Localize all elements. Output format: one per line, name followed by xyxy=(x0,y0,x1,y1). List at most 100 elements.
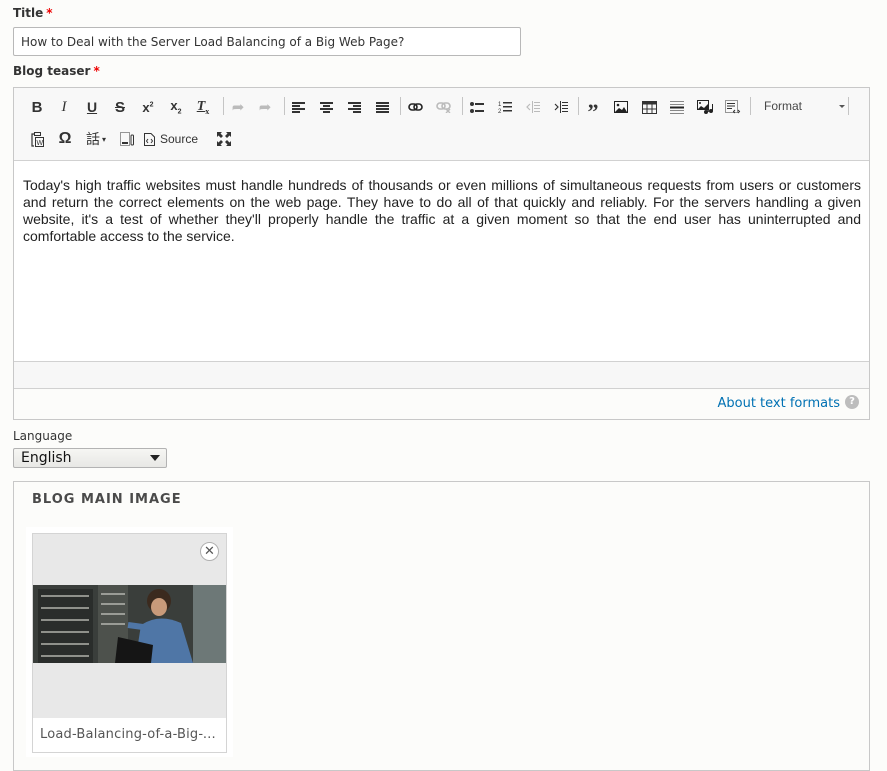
numbered-list-button[interactable]: 12 xyxy=(492,95,518,119)
required-marker: * xyxy=(93,64,100,78)
template-button[interactable] xyxy=(720,95,746,119)
format-dropdown[interactable]: Format xyxy=(754,94,849,118)
align-center-button[interactable] xyxy=(313,95,339,119)
indent-button[interactable] xyxy=(548,95,574,119)
title-label-text: Title xyxy=(13,6,44,20)
omega-icon: Ω xyxy=(58,130,72,147)
chevron-down-icon: ▾ xyxy=(101,134,106,144)
undo-button[interactable]: ➦ xyxy=(225,95,251,119)
about-text-formats-link[interactable]: About text formats xyxy=(717,396,840,411)
image-thumbnail[interactable] xyxy=(33,585,226,663)
outdent-button[interactable] xyxy=(520,95,546,119)
language-button[interactable]: 話 ▾ xyxy=(80,127,112,151)
toolbar-separator xyxy=(462,97,463,115)
editor-toolbar: B I U S x2 x2 Tx ➦ ➦ 1 2 ” Format W Ω 話 … xyxy=(14,88,869,161)
dropdown-arrow-icon xyxy=(150,455,160,461)
source-button[interactable]: Source xyxy=(144,127,198,151)
subscript-icon: x2 xyxy=(170,98,182,116)
chevron-down-icon xyxy=(839,105,845,108)
svg-text:2: 2 xyxy=(498,109,502,113)
undo-icon: ➦ xyxy=(231,99,245,116)
media-button[interactable] xyxy=(692,95,718,119)
blog-main-image-fieldset: BLOG MAIN IMAGE ✕ Load-Balancing-of-a-Bi… xyxy=(13,481,870,771)
align-right-icon xyxy=(347,101,361,113)
horizontal-rule-icon xyxy=(670,100,684,114)
required-marker: * xyxy=(46,6,53,20)
redo-button[interactable]: ➦ xyxy=(252,95,278,119)
image-preview-card: ✕ Load-Balancing-of-a-Big-Web-Page xyxy=(26,527,233,757)
table-icon xyxy=(641,100,657,114)
help-icon[interactable]: ? xyxy=(845,395,859,409)
image-icon xyxy=(614,101,628,113)
svg-text:1: 1 xyxy=(498,102,502,108)
language-select[interactable]: English xyxy=(13,448,167,468)
template-icon xyxy=(725,100,741,114)
blog-main-image-legend: BLOG MAIN IMAGE xyxy=(32,492,182,507)
align-left-button[interactable] xyxy=(285,95,311,119)
underline-icon: U xyxy=(86,99,98,115)
server-room-photo xyxy=(33,585,226,663)
paste-from-word-icon: W xyxy=(30,131,44,147)
media-icon xyxy=(697,100,713,114)
unlink-button[interactable] xyxy=(430,95,456,119)
paste-from-word-button[interactable]: W xyxy=(24,127,50,151)
numbered-list-icon: 12 xyxy=(498,102,512,113)
unlink-icon xyxy=(435,101,451,113)
remove-image-button[interactable]: ✕ xyxy=(200,542,219,561)
show-blocks-icon xyxy=(120,132,134,146)
remove-format-icon: Tx xyxy=(196,98,210,116)
toolbar-separator xyxy=(848,97,849,115)
justify-button[interactable] xyxy=(369,95,395,119)
bulleted-list-button[interactable] xyxy=(464,95,490,119)
toolbar-separator xyxy=(400,97,401,115)
link-icon xyxy=(407,103,423,111)
title-label: Title * xyxy=(13,6,53,20)
italic-icon: I xyxy=(61,98,67,115)
blog-teaser-label: Blog teaser * xyxy=(13,64,100,78)
blockquote-button[interactable]: ” xyxy=(580,95,606,124)
rich-text-editor: B I U S x2 x2 Tx ➦ ➦ 1 2 ” Format W Ω 話 … xyxy=(13,87,870,420)
image-preview: ✕ Load-Balancing-of-a-Big-Web-Page xyxy=(32,533,227,753)
toolbar-separator xyxy=(578,97,579,115)
blog-teaser-label-text: Blog teaser xyxy=(13,64,91,78)
subscript-button[interactable]: x2 xyxy=(163,95,189,119)
bulleted-list-icon xyxy=(470,101,484,113)
align-center-icon xyxy=(319,101,333,113)
outdent-icon xyxy=(526,101,540,113)
toolbar-separator xyxy=(750,97,751,115)
special-character-button[interactable]: Ω xyxy=(52,127,78,151)
remove-format-button[interactable]: Tx xyxy=(190,95,216,119)
show-blocks-button[interactable] xyxy=(114,127,140,151)
horizontal-rule-button[interactable] xyxy=(664,95,690,119)
redo-icon: ➦ xyxy=(258,99,272,116)
maximize-button[interactable] xyxy=(211,127,237,151)
justify-icon xyxy=(375,101,389,113)
superscript-icon: x2 xyxy=(142,99,154,115)
language-label: Language xyxy=(13,429,73,443)
toolbar-separator xyxy=(223,97,224,115)
align-left-icon xyxy=(291,101,305,113)
bold-button[interactable]: B xyxy=(24,95,50,119)
language-icon: 話 xyxy=(85,131,100,147)
title-input[interactable] xyxy=(13,27,521,56)
superscript-button[interactable]: x2 xyxy=(135,95,161,119)
table-button[interactable] xyxy=(636,95,662,119)
image-button[interactable] xyxy=(608,95,634,119)
strikethrough-icon: S xyxy=(114,98,125,116)
editor-status-bar xyxy=(14,361,869,389)
italic-button[interactable]: I xyxy=(51,95,77,119)
link-button[interactable] xyxy=(402,95,428,119)
strikethrough-button[interactable]: S xyxy=(107,95,133,119)
indent-icon xyxy=(554,101,568,113)
source-icon xyxy=(144,132,155,146)
format-dropdown-label: Format xyxy=(764,99,803,113)
language-select-value: English xyxy=(21,450,72,466)
bold-icon: B xyxy=(31,98,43,116)
svg-text:W: W xyxy=(36,140,43,147)
text-format-row: About text formats ? xyxy=(14,389,869,419)
close-icon: ✕ xyxy=(204,544,215,559)
align-right-button[interactable] xyxy=(341,95,367,119)
blockquote-icon: ” xyxy=(587,99,599,124)
editor-content[interactable]: Today's high traffic websites must handl… xyxy=(14,161,869,361)
underline-button[interactable]: U xyxy=(79,95,105,119)
